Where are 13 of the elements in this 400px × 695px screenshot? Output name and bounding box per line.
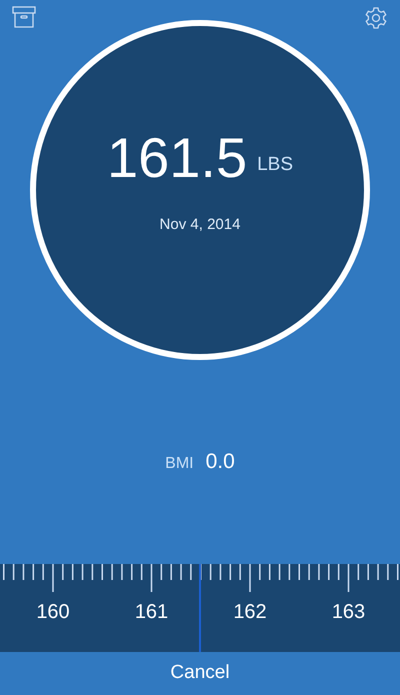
weight-unit: LBS (257, 153, 294, 178)
weight-ruler[interactable]: 160 161 162 163 (0, 564, 400, 652)
ruler-label: 160 (35, 600, 71, 625)
date-label: Nov 4, 2014 (160, 214, 240, 235)
ruler-label: 163 (330, 600, 366, 625)
bmi-label: BMI (165, 454, 194, 474)
ruler-label: 162 (232, 600, 268, 625)
archive-box-icon[interactable] (12, 6, 36, 28)
weight-value: 161.5 (106, 130, 248, 186)
bmi-value: 0.0 (206, 449, 235, 476)
ruler-label: 161 (134, 600, 170, 625)
settings-icon[interactable] (364, 6, 388, 30)
cancel-button[interactable]: Cancel (162, 659, 238, 688)
